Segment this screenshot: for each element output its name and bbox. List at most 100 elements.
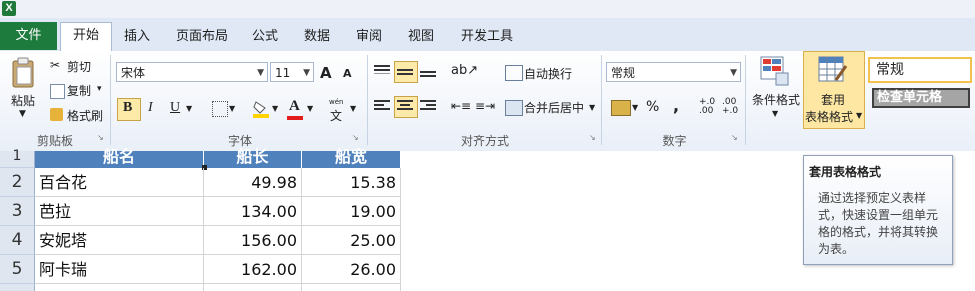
phonetic-dropdown-icon[interactable]: ▼ xyxy=(350,104,356,113)
tab-page-layout[interactable]: 页面布局 xyxy=(170,24,234,50)
row-header[interactable]: 3 xyxy=(0,197,35,226)
table-header-cell[interactable]: 船宽 xyxy=(302,149,401,168)
font-size-combo[interactable]: 11 ▼ xyxy=(270,62,314,82)
row-header-1[interactable]: 1 xyxy=(0,149,35,168)
table-cell[interactable]: 15.38 xyxy=(302,168,401,197)
paste-dropdown-icon[interactable]: ▼ xyxy=(19,109,26,119)
copy-button[interactable]: 复制 xyxy=(67,82,91,99)
tab-developer[interactable]: 开发工具 xyxy=(455,24,519,50)
font-color-button[interactable]: A xyxy=(289,98,300,115)
align-left-icon[interactable] xyxy=(374,99,390,113)
format-painter-button[interactable]: 格式刷 xyxy=(67,107,103,124)
tab-review[interactable]: 审阅 xyxy=(350,24,388,50)
tab-insert[interactable]: 插入 xyxy=(118,24,156,50)
font-name-combo[interactable]: 宋体 ▼ xyxy=(116,62,268,82)
fill-color-dropdown-icon[interactable]: ▼ xyxy=(272,104,278,113)
paste-icon[interactable] xyxy=(10,57,36,89)
format-as-table-tooltip: 套用表格格式 通过选择预定义表样式，快速设置一组单元格的格式，并将其转换为表。 xyxy=(803,155,953,265)
table-header-cell[interactable]: 船名 xyxy=(35,149,204,168)
chevron-down-icon: ▼ xyxy=(730,68,737,78)
paste-button[interactable]: 粘贴 xyxy=(11,92,35,109)
increase-indent-icon[interactable]: ≡⇥ xyxy=(475,99,495,113)
table-cell[interactable] xyxy=(204,284,302,291)
format-as-table-icon[interactable] xyxy=(818,56,848,86)
table-cell[interactable]: 156.00 xyxy=(204,226,302,255)
currency-icon[interactable] xyxy=(611,100,631,116)
underline-button[interactable]: U xyxy=(170,100,180,116)
align-right-icon[interactable] xyxy=(420,99,436,113)
number-launcher-icon[interactable]: ↘ xyxy=(731,133,738,142)
orientation-icon[interactable]: ab↗ xyxy=(451,63,478,78)
decrease-decimal-button[interactable]: .00 +.0 xyxy=(722,98,738,116)
comma-button[interactable]: , xyxy=(673,96,679,115)
table-cell[interactable]: 百合花 xyxy=(35,168,204,197)
font-color-dropdown-icon[interactable]: ▼ xyxy=(307,104,313,113)
currency-dropdown-icon[interactable]: ▼ xyxy=(632,103,638,112)
tab-home[interactable]: 开始 xyxy=(60,22,112,52)
borders-icon[interactable] xyxy=(212,101,228,117)
excel-app-icon[interactable]: X xyxy=(2,1,16,16)
align-middle-icon[interactable] xyxy=(397,65,413,79)
clipboard-launcher-icon[interactable]: ↘ xyxy=(97,133,104,142)
underline-dropdown-icon[interactable]: ▼ xyxy=(186,104,192,113)
table-cell[interactable]: 阿卡瑞 xyxy=(35,255,204,284)
row-header[interactable]: 5 xyxy=(0,255,35,284)
align-bottom-icon[interactable] xyxy=(420,64,436,78)
cut-button[interactable]: 剪切 xyxy=(67,58,91,75)
font-name-value: 宋体 xyxy=(121,66,146,80)
number-format-combo[interactable]: 常规 ▼ xyxy=(606,62,741,82)
bold-button[interactable]: B xyxy=(123,100,132,116)
fill-color-icon[interactable] xyxy=(253,100,269,118)
group-label-alignment: 对齐方式 xyxy=(460,134,509,148)
format-as-table-line2[interactable]: 表格格式 xyxy=(805,108,853,125)
separator xyxy=(367,55,368,145)
table-cell[interactable]: 安妮塔 xyxy=(35,226,204,255)
row-header[interactable]: 4 xyxy=(0,226,35,255)
borders-dropdown-icon[interactable]: ▼ xyxy=(229,104,235,113)
conditional-dropdown-icon[interactable]: ▼ xyxy=(772,109,778,118)
wrap-text-button[interactable]: 自动换行 xyxy=(524,65,572,82)
row-header[interactable]: 2 xyxy=(0,168,35,197)
table-cell[interactable]: 26.00 xyxy=(302,255,401,284)
format-as-table-dropdown-icon[interactable]: ▼ xyxy=(856,111,862,120)
tab-file[interactable]: 文件 xyxy=(0,22,57,50)
phonetic-top-text: wén xyxy=(329,98,344,106)
percent-button[interactable]: % xyxy=(646,99,659,115)
merge-dropdown-icon[interactable]: ▼ xyxy=(589,103,595,112)
separator xyxy=(601,55,602,145)
tab-data[interactable]: 数据 xyxy=(298,24,336,50)
table-cell[interactable] xyxy=(302,284,401,291)
phonetic-guide-button[interactable]: 文 xyxy=(330,107,342,124)
format-as-table-line1[interactable]: 套用 xyxy=(821,91,845,108)
conditional-formatting-icon[interactable] xyxy=(760,56,790,86)
cell-style-normal[interactable]: 常规 xyxy=(868,57,972,83)
table-cell[interactable]: 芭拉 xyxy=(35,197,204,226)
decrease-indent-icon[interactable]: ⇤≡ xyxy=(451,99,471,113)
row-header[interactable] xyxy=(0,284,35,291)
cell-style-check-cell[interactable]: 检查单元格 xyxy=(872,88,970,108)
table-cell[interactable] xyxy=(35,284,204,291)
alignment-launcher-icon[interactable]: ↘ xyxy=(589,133,596,142)
table-cell[interactable]: 162.00 xyxy=(204,255,302,284)
tab-formulas[interactable]: 公式 xyxy=(246,24,284,50)
shrink-font-button[interactable]: A xyxy=(343,67,352,80)
tooltip-body: 通过选择预定义表样式，快速设置一组单元格的格式，并将其转换为表。 xyxy=(818,191,939,256)
tab-view[interactable]: 视图 xyxy=(402,24,440,50)
table-header-cell[interactable]: 船长 xyxy=(204,149,302,168)
separator xyxy=(110,55,111,145)
table-cell[interactable]: 134.00 xyxy=(204,197,302,226)
grow-font-button[interactable]: A xyxy=(320,64,332,82)
align-top-icon[interactable] xyxy=(374,64,390,78)
table-cell[interactable]: 19.00 xyxy=(302,197,401,226)
copy-dropdown-icon[interactable]: ▾ xyxy=(97,84,102,94)
table-cell[interactable]: 49.98 xyxy=(204,168,302,197)
align-center-icon[interactable] xyxy=(397,99,413,113)
conditional-formatting-button[interactable]: 条件格式 xyxy=(752,91,800,108)
merge-center-button[interactable]: 合并后居中 xyxy=(524,99,584,116)
italic-button[interactable]: I xyxy=(148,100,153,116)
font-launcher-icon[interactable]: ↘ xyxy=(352,133,359,142)
copy-icon xyxy=(50,84,65,99)
increase-decimal-button[interactable]: +.0 .00 xyxy=(699,98,715,116)
table-cell[interactable]: 25.00 xyxy=(302,226,401,255)
title-bar: X xyxy=(0,0,975,18)
